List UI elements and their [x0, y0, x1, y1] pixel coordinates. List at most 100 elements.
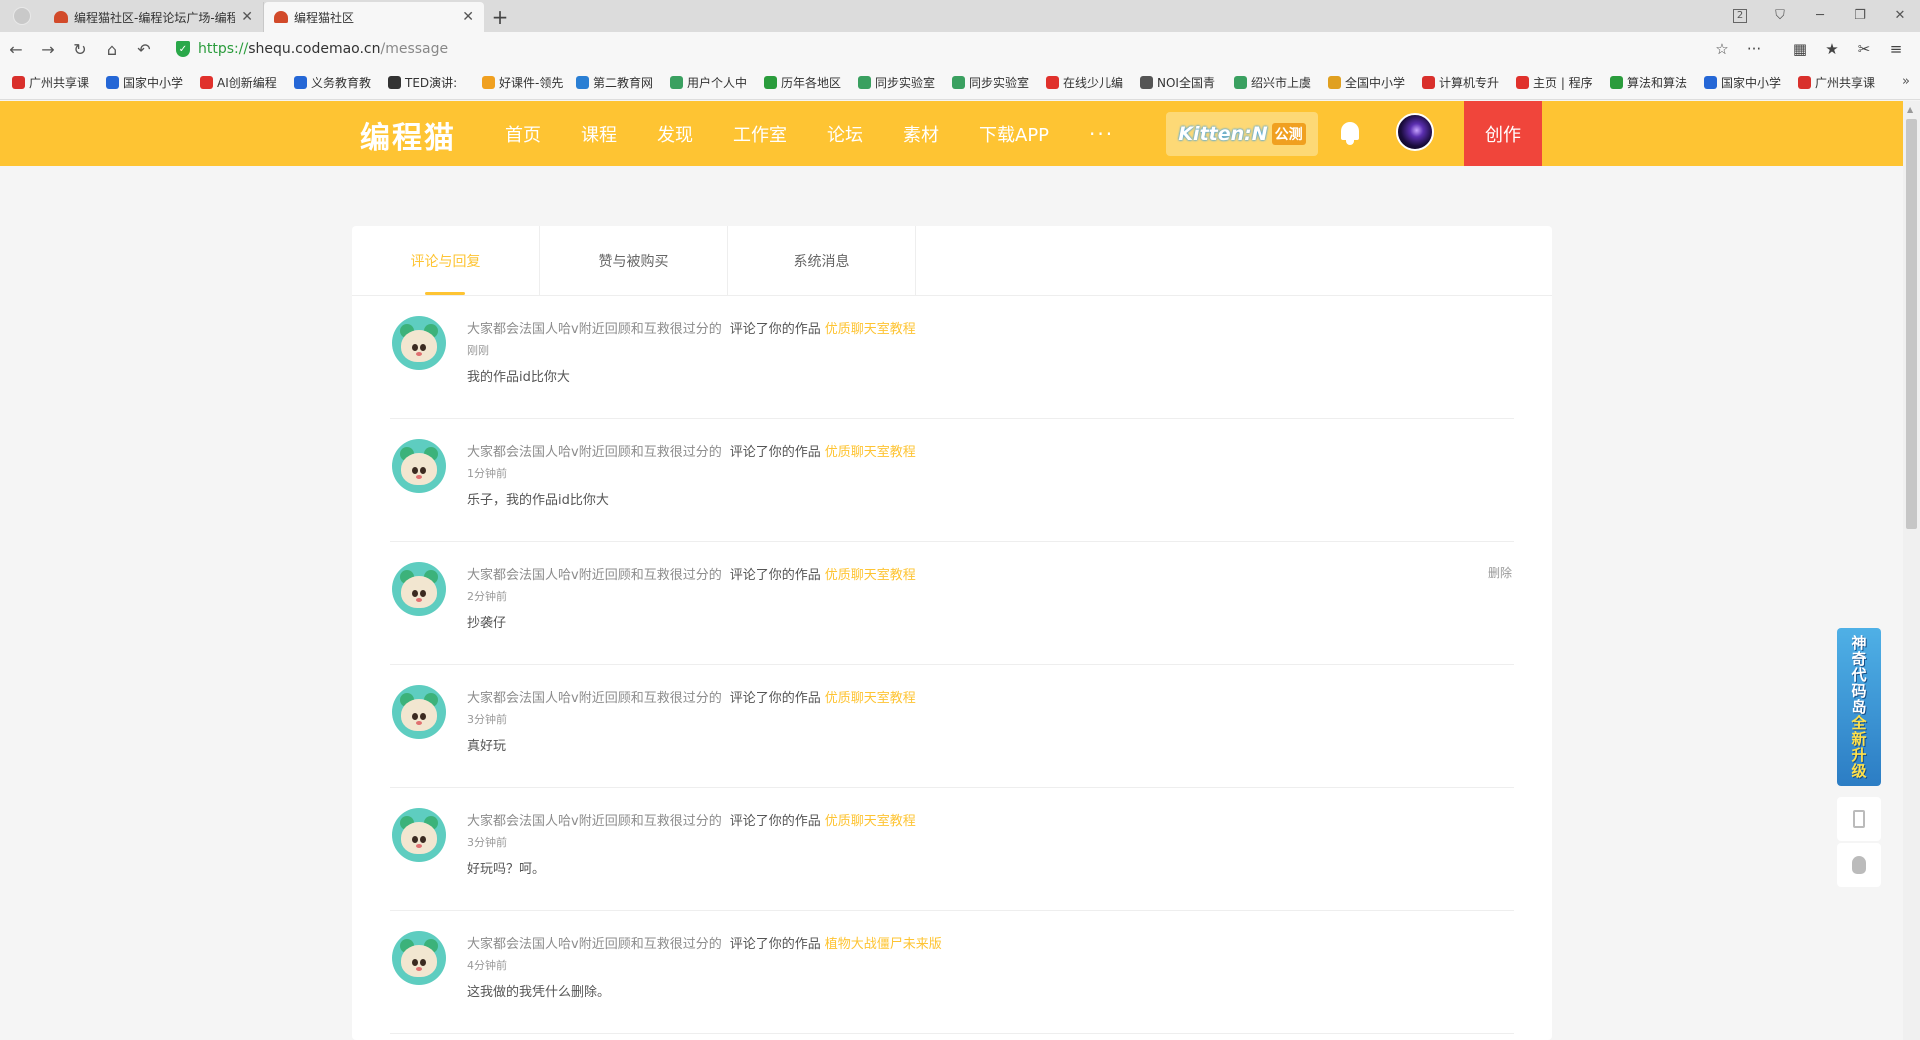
- phone-icon: [1853, 810, 1865, 828]
- bookmark-favicon-icon: [200, 76, 213, 89]
- commenter-avatar[interactable]: [392, 439, 446, 493]
- bookmark-label: 国家中小学: [1721, 76, 1782, 90]
- bookmark-item[interactable]: 全国中小学: [1328, 74, 1422, 91]
- nav-download-app[interactable]: 下载APP: [979, 121, 1049, 147]
- commenter-avatar[interactable]: [392, 931, 446, 985]
- browser-tab-1[interactable]: 编程猫社区-编程论坛广场-编程 ✕: [44, 2, 264, 32]
- scissors-icon[interactable]: ✂: [1848, 40, 1880, 58]
- close-icon[interactable]: ✕: [462, 9, 474, 25]
- tab-comments-replies[interactable]: 评论与回复: [352, 226, 540, 295]
- nav-forum[interactable]: 论坛: [827, 121, 863, 147]
- work-link[interactable]: 优质聊天室教程: [825, 691, 916, 706]
- nav-home[interactable]: 首页: [505, 121, 541, 147]
- commenter-name[interactable]: 大家都会法国人哈v附近回顾和互救很过分的: [467, 322, 722, 337]
- tab-system-messages[interactable]: 系统消息: [728, 226, 916, 295]
- bookmark-item[interactable]: 历年各地区: [764, 74, 858, 91]
- undo-close-button[interactable]: ↶: [128, 40, 160, 59]
- bookmark-favicon-icon: [952, 76, 965, 89]
- bookmark-item[interactable]: 国家中小学: [106, 74, 200, 91]
- commenter-name[interactable]: 大家都会法国人哈v附近回顾和互救很过分的: [467, 568, 722, 583]
- commenter-avatar[interactable]: [392, 562, 446, 616]
- bookmark-item[interactable]: AI创新编程: [200, 74, 294, 91]
- codemao-favicon-icon: [274, 11, 288, 23]
- bookmark-item[interactable]: 计算机专升: [1422, 74, 1516, 91]
- qq-button[interactable]: [1837, 843, 1881, 887]
- bookmark-item[interactable]: 在线少儿编: [1046, 74, 1140, 91]
- bookmark-item[interactable]: 同步实验室: [858, 74, 952, 91]
- commenter-name[interactable]: 大家都会法国人哈v附近回顾和互救很过分的: [467, 691, 722, 706]
- reload-button[interactable]: ↻: [64, 40, 96, 59]
- codemao-favicon-icon: [54, 11, 68, 23]
- bookmark-item[interactable]: 好课件-领先: [482, 74, 576, 91]
- bookmark-favicon-icon: [1328, 76, 1341, 89]
- bell-icon[interactable]: [1339, 120, 1361, 146]
- bookmark-item[interactable]: 义务教育教: [294, 74, 388, 91]
- bookmark-label: 绍兴市上虞: [1251, 76, 1312, 90]
- mobile-app-button[interactable]: [1837, 797, 1881, 841]
- commenter-avatar[interactable]: [392, 685, 446, 739]
- bookmark-item[interactable]: 算法和算法: [1610, 74, 1704, 91]
- bookmark-item[interactable]: 绍兴市上虞: [1234, 74, 1328, 91]
- address-bar: ← → ↻ ⌂ ↶ ✓ https://shequ.codemao.cn/mes…: [0, 32, 1920, 66]
- bookmark-item[interactable]: TED演讲:: [388, 74, 482, 91]
- nav-studio[interactable]: 工作室: [733, 121, 787, 147]
- restore-button[interactable]: ❐: [1840, 8, 1880, 23]
- url-field[interactable]: ✓ https://shequ.codemao.cn/message: [176, 36, 1706, 62]
- work-link[interactable]: 优质聊天室教程: [825, 814, 916, 829]
- home-button[interactable]: ⌂: [96, 40, 128, 59]
- browser-tab-2[interactable]: 编程猫社区 ✕: [264, 2, 484, 32]
- commenter-avatar[interactable]: [392, 808, 446, 862]
- message-item: 大家都会法国人哈v附近回顾和互救很过分的 评论了你的作品 优质聊天室教程 3分钟前 真好…: [390, 665, 1514, 788]
- message-headline: 大家都会法国人哈v附近回顾和互救很过分的 评论了你的作品 优质聊天室教程: [467, 810, 916, 829]
- nav-more-icon[interactable]: ···: [1089, 122, 1114, 146]
- work-link[interactable]: 优质聊天室教程: [825, 445, 916, 460]
- more-icon[interactable]: ···: [1738, 40, 1770, 58]
- bookmark-item[interactable]: 广州共享课: [12, 74, 106, 91]
- bookmark-favicon-icon: [1234, 76, 1247, 89]
- work-link[interactable]: 优质聊天室教程: [825, 322, 916, 337]
- work-link[interactable]: 植物大战僵尸未来版: [825, 937, 942, 952]
- shirt-icon[interactable]: ⛉: [1760, 8, 1800, 23]
- nav-materials[interactable]: 素材: [903, 121, 939, 147]
- nav-courses[interactable]: 课程: [581, 121, 617, 147]
- tab-likes-purchases[interactable]: 赞与被购买: [540, 226, 728, 295]
- bookmark-item[interactable]: 用户个人中: [670, 74, 764, 91]
- apps-icon[interactable]: ▦: [1784, 40, 1816, 58]
- forward-button[interactable]: →: [32, 40, 64, 59]
- message-headline: 大家都会法国人哈v附近回顾和互救很过分的 评论了你的作品 优质聊天室教程: [467, 318, 916, 337]
- favorites-icon[interactable]: ★: [1816, 40, 1848, 58]
- bookmark-item[interactable]: 国家中小学: [1704, 74, 1798, 91]
- close-icon[interactable]: ✕: [241, 9, 253, 25]
- commenter-avatar[interactable]: [392, 316, 446, 370]
- bookmark-item[interactable]: 同步实验室: [952, 74, 1046, 91]
- nav-discover[interactable]: 发现: [657, 121, 693, 147]
- minimize-button[interactable]: ─: [1800, 8, 1840, 23]
- bookmark-label: 义务教育教: [311, 76, 372, 90]
- user-avatar[interactable]: [1396, 113, 1434, 151]
- page-scrollbar[interactable]: ▲: [1903, 101, 1920, 1040]
- bookmark-item[interactable]: 第二教育网: [576, 74, 670, 91]
- create-button[interactable]: 创作: [1464, 101, 1542, 166]
- commenter-name[interactable]: 大家都会法国人哈v附近回顾和互救很过分的: [467, 814, 722, 829]
- scroll-up-icon[interactable]: ▲: [1907, 105, 1913, 114]
- message-item: 大家都会法国人哈v附近回顾和互救很过分的 评论了你的作品 植物大战僵尸未来版 4分钟前…: [390, 911, 1514, 1034]
- bookmarks-overflow-icon[interactable]: »: [1902, 74, 1910, 89]
- kitten-n-beta-button[interactable]: Kitten:N 公测: [1166, 112, 1318, 156]
- bookmark-item[interactable]: NOI全国青: [1140, 74, 1234, 91]
- back-button[interactable]: ←: [0, 40, 32, 59]
- codemao-logo[interactable]: 编程猫: [360, 113, 456, 157]
- bookmark-item[interactable]: 主页 | 程序: [1516, 74, 1610, 91]
- bookmark-item[interactable]: 广州共享课: [1798, 74, 1892, 91]
- menu-icon[interactable]: ≡: [1880, 40, 1912, 58]
- star-icon[interactable]: ☆: [1706, 40, 1738, 58]
- scrollbar-thumb[interactable]: [1906, 119, 1917, 529]
- delete-button[interactable]: 删除: [1488, 564, 1512, 581]
- commenter-name[interactable]: 大家都会法国人哈v附近回顾和互救很过分的: [467, 937, 722, 952]
- work-link[interactable]: 优质聊天室教程: [825, 568, 916, 583]
- code-island-promo-banner[interactable]: 神奇代码岛 全新升级: [1837, 628, 1881, 786]
- close-window-button[interactable]: ✕: [1880, 8, 1920, 23]
- bookmark-favicon-icon: [1422, 76, 1435, 89]
- new-tab-button[interactable]: +: [484, 2, 516, 32]
- tab-count-button[interactable]: 2: [1720, 7, 1760, 23]
- commenter-name[interactable]: 大家都会法国人哈v附近回顾和互救很过分的: [467, 445, 722, 460]
